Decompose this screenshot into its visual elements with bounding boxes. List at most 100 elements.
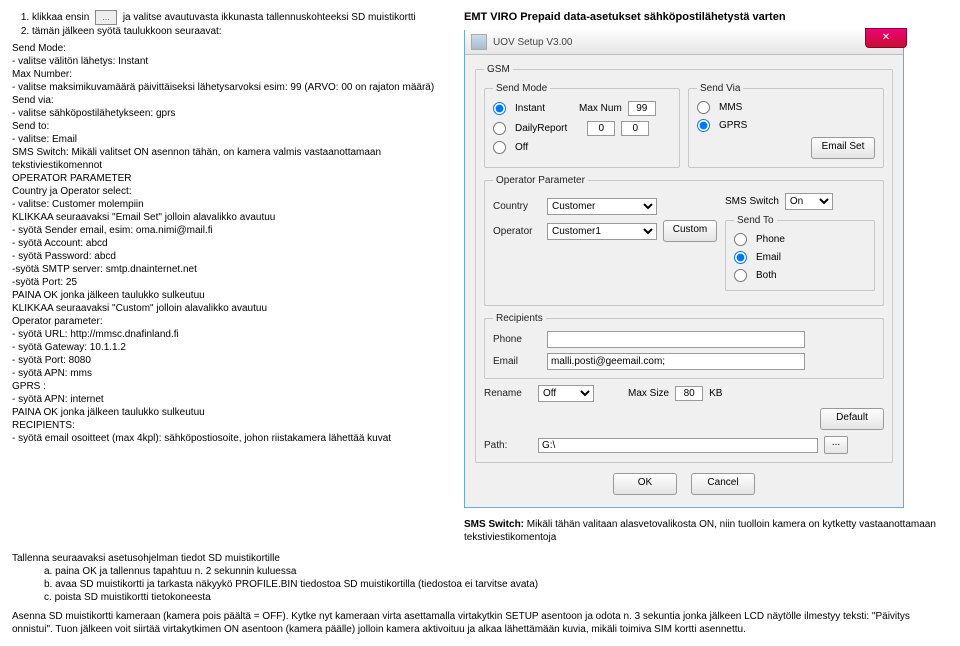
input-maxnum[interactable] (628, 101, 656, 116)
save-c: c. poista SD muistikortti tietokoneesta (44, 591, 948, 604)
right-column: EMT VIRO Prepaid data-asetukset sähköpos… (464, 10, 948, 544)
input-dr-2[interactable] (621, 121, 649, 136)
save-b: b. avaa SD muistikortti ja tarkasta näky… (44, 578, 948, 591)
radio-mms[interactable] (697, 101, 710, 114)
instructions-column: klikkaa ensin ... ja valitse avautuvasta… (12, 10, 450, 544)
step-1-text-b: ja valitse avautuvasta ikkunasta tallenn… (123, 12, 416, 23)
radio-both[interactable] (734, 269, 747, 282)
label-phone-opt: Phone (756, 233, 785, 246)
sendvia-group: Send Via MMS GPRS Email Set (688, 82, 884, 168)
label-instant: Instant (515, 102, 559, 115)
line-password: - syötä Password: abcd (12, 250, 450, 263)
sendvia-legend: Send Via (697, 82, 743, 95)
smsswitch-select[interactable]: On (785, 193, 833, 210)
sms-footnote-bold: SMS Switch: (464, 519, 524, 530)
line-port: -syötä Port: 25 (12, 276, 450, 289)
line-sender: - syötä Sender email, esim: oma.nimi@mai… (12, 224, 450, 237)
opparam-legend: Operator Parameter (493, 174, 588, 187)
close-button[interactable]: ✕ (865, 28, 907, 48)
line-url: - syötä URL: http://mmsc.dnafinland.fi (12, 328, 450, 341)
input-dr-1[interactable] (587, 121, 615, 136)
line-painaok2: PAINA OK jonka jälkeen taulukko sulkeutu… (12, 406, 450, 419)
line-account: - syötä Account: abcd (12, 237, 450, 250)
line-klik-email: KLIKKAA seuraavaksi "Email Set" jolloin … (12, 211, 450, 224)
default-button[interactable]: Default (820, 408, 884, 430)
label-gprs: GPRS (719, 119, 747, 132)
gsm-group: GSM Send Mode Instant Max Num (475, 63, 893, 463)
phone-label: Phone (493, 333, 541, 346)
kb-label: KB (709, 387, 722, 400)
radio-off[interactable] (493, 141, 506, 154)
numbered-steps: klikkaa ensin ... ja valitse avautuvasta… (12, 10, 450, 38)
install-note: Asenna SD muistikortti kameraan (kamera … (12, 610, 948, 636)
radio-dailyreport[interactable] (493, 122, 506, 135)
label-recip: RECIPIENTS: (12, 419, 450, 432)
dots-icon: ... (95, 10, 117, 25)
titlebar: UOV Setup V3.00 ✕ (465, 30, 903, 55)
radio-phone[interactable] (734, 233, 747, 246)
line-apn2: - syötä APN: internet (12, 393, 450, 406)
line-gateway: - syötä Gateway: 10.1.1.2 (12, 341, 450, 354)
label-dailyreport: DailyReport (515, 122, 567, 135)
line-klik-custom: KLIKKAA seuraavaksi "Custom" jolloin ala… (12, 302, 450, 315)
path-label: Path: (484, 439, 532, 452)
label-mms: MMS (719, 101, 742, 114)
line-apn: - syötä APN: mms (12, 367, 450, 380)
operator-select[interactable]: Customer1 (547, 223, 657, 240)
country-select[interactable]: Customer (547, 198, 657, 215)
sendto-legend: Send To (734, 214, 777, 227)
emailset-button[interactable]: Email Set (811, 137, 875, 159)
line-maxnum: - valitse maksimikuvamäärä päivittäiseks… (12, 81, 450, 94)
radio-email[interactable] (734, 251, 747, 264)
window-title: UOV Setup V3.00 (493, 36, 573, 49)
label-sendto: Send to: (12, 120, 450, 133)
recipients-legend: Recipients (493, 312, 546, 325)
email-label: Email (493, 355, 541, 368)
bottom-notes: Tallenna seuraavaksi asetusohjelman tied… (12, 552, 948, 636)
label-opparam: OPERATOR PARAMETER (12, 172, 450, 185)
phone-input[interactable] (547, 331, 805, 348)
sendmode-legend: Send Mode (493, 82, 550, 95)
cancel-button[interactable]: Cancel (691, 473, 755, 495)
maxsize-input[interactable] (675, 386, 703, 401)
step-1: klikkaa ensin ... ja valitse avautuvasta… (32, 10, 450, 25)
country-label: Country (493, 200, 541, 213)
step-1-text-a: klikkaa ensin (32, 12, 92, 23)
radio-gprs[interactable] (697, 119, 710, 132)
label-send-mode: Send Mode: (12, 42, 450, 55)
sendto-group: Send To Phone Email Both (725, 214, 875, 291)
page-title: EMT VIRO Prepaid data-asetukset sähköpos… (464, 10, 948, 24)
label-both-opt: Both (756, 269, 777, 282)
window-body: GSM Send Mode Instant Max Num (465, 55, 903, 507)
browse-button[interactable]: ... (824, 436, 848, 454)
recipients-group: Recipients Phone Email (484, 312, 884, 379)
save-a: a. paina OK ja tallennus tapahtuu n. 2 s… (44, 565, 948, 578)
maxsize-label: Max Size (628, 387, 669, 400)
path-input[interactable] (538, 438, 818, 453)
sms-footnote-text: Mikäli tähän valitaan alasvetovalikosta … (464, 519, 936, 543)
instruction-body: Send Mode: - valitse välitön lähetys: In… (12, 42, 450, 445)
app-icon (471, 34, 487, 50)
rename-label: Rename (484, 387, 532, 400)
label-maxnum: Max Number: (12, 68, 450, 81)
line-sms: SMS Switch: Mikäli valitset ON asennon t… (12, 146, 450, 172)
radio-instant[interactable] (493, 102, 506, 115)
step-2: tämän jälkeen syötä taulukkoon seuraavat… (32, 25, 450, 38)
label-gprs: GPRS : (12, 380, 450, 393)
custom-button[interactable]: Custom (663, 220, 717, 242)
email-input[interactable] (547, 353, 805, 370)
gsm-legend: GSM (484, 63, 513, 76)
sendmode-group: Send Mode Instant Max Num DailyReport (484, 82, 680, 168)
label-opparam2: Operator parameter: (12, 315, 450, 328)
rename-select[interactable]: Off (538, 385, 594, 402)
label-maxnum-field: Max Num (579, 102, 622, 115)
line-instant: - valitse välitön lähetys: Instant (12, 55, 450, 68)
operator-label: Operator (493, 225, 541, 238)
line-sendto: - valitse: Email (12, 133, 450, 146)
ok-button[interactable]: OK (613, 473, 677, 495)
save-title: Tallenna seuraavaksi asetusohjelman tied… (12, 552, 948, 565)
label-email-opt: Email (756, 251, 781, 264)
label-sendvia: Send via: (12, 94, 450, 107)
opparam-group: Operator Parameter Country Customer (484, 174, 884, 306)
line-painaok1: PAINA OK jonka jälkeen taulukko sulkeutu… (12, 289, 450, 302)
